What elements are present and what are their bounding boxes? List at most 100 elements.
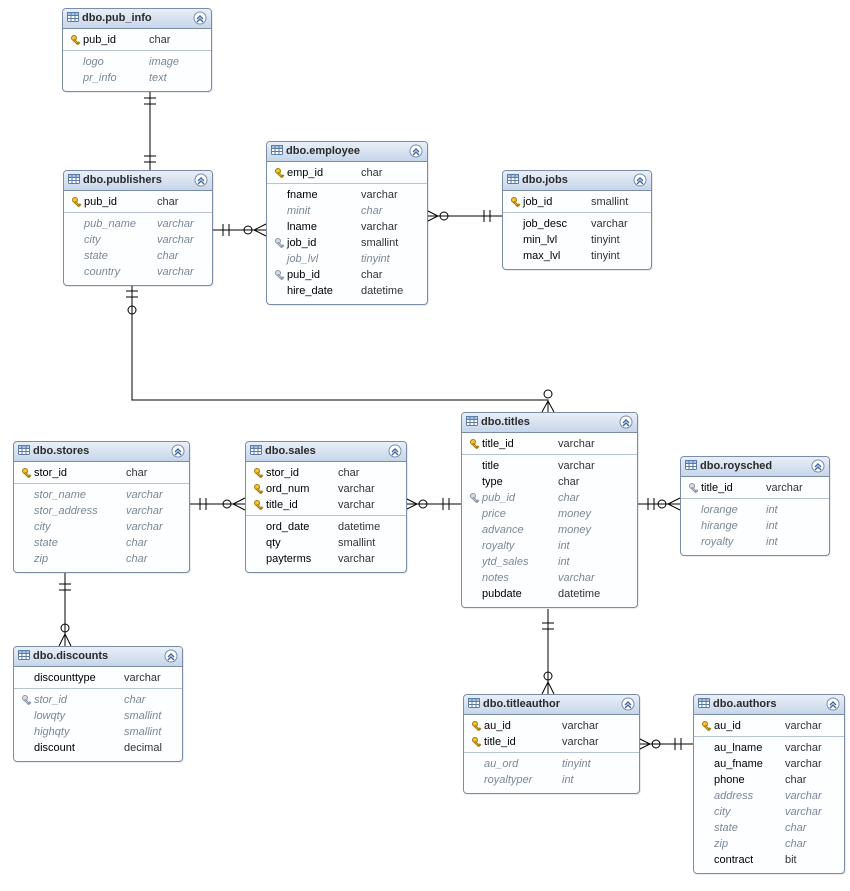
table-header[interactable]: dbo.authors <box>694 695 844 715</box>
column-row[interactable]: zipchar <box>20 551 183 567</box>
collapse-icon[interactable] <box>621 697 635 711</box>
column-row[interactable]: discounttypevarchar <box>20 670 176 686</box>
column-row[interactable]: job_idsmallint <box>509 194 645 210</box>
table-header[interactable]: dbo.employee <box>267 142 427 162</box>
column-row[interactable]: minitchar <box>273 203 421 219</box>
column-row[interactable]: royaltyint <box>468 538 631 554</box>
collapse-icon[interactable] <box>194 173 208 187</box>
column-type: varchar <box>157 264 206 280</box>
column-row[interactable]: min_lvltinyint <box>509 232 645 248</box>
column-row[interactable]: cityvarchar <box>70 232 206 248</box>
column-row[interactable]: pricemoney <box>468 506 631 522</box>
column-row[interactable]: hirangeint <box>687 518 823 534</box>
table-sales[interactable]: dbo.sales stor_idcharord_numvarchartitle_… <box>245 441 407 573</box>
column-row[interactable]: hire_datedatetime <box>273 283 421 299</box>
table-jobs[interactable]: dbo.jobs job_idsmallint job_descvarcharmin… <box>502 170 652 270</box>
table-header[interactable]: dbo.titles <box>462 413 637 433</box>
table-roysched[interactable]: dbo.roysched title_idvarchar lorangeinthir… <box>680 456 830 556</box>
table-stores[interactable]: dbo.stores stor_idchar stor_namevarcharsto… <box>13 441 190 573</box>
column-row[interactable]: title_idvarchar <box>468 436 631 452</box>
column-row[interactable]: job_descvarchar <box>509 216 645 232</box>
table-discounts[interactable]: dbo.discounts discounttypevarchar stor_idc… <box>13 646 183 762</box>
column-row[interactable]: royaltyperint <box>470 772 633 788</box>
column-row[interactable]: pubdatedatetime <box>468 586 631 602</box>
collapse-icon[interactable] <box>388 444 402 458</box>
column-row[interactable]: pub_idchar <box>273 267 421 283</box>
column-row[interactable]: advancemoney <box>468 522 631 538</box>
column-row[interactable]: max_lvltinyint <box>509 248 645 264</box>
column-row[interactable]: title_idvarchar <box>687 480 823 496</box>
column-row[interactable]: fnamevarchar <box>273 187 421 203</box>
column-row[interactable]: pub_idchar <box>70 194 206 210</box>
column-row[interactable]: cityvarchar <box>700 804 838 820</box>
column-row[interactable]: ord_datedatetime <box>252 519 400 535</box>
column-row[interactable]: lorangeint <box>687 502 823 518</box>
collapse-icon[interactable] <box>619 415 633 429</box>
table-header[interactable]: dbo.discounts <box>14 647 182 667</box>
column-row[interactable]: stor_namevarchar <box>20 487 183 503</box>
table-header[interactable]: dbo.sales <box>246 442 406 462</box>
column-row[interactable]: au_ordtinyint <box>470 756 633 772</box>
column-row[interactable]: countryvarchar <box>70 264 206 280</box>
table-authors[interactable]: dbo.authors au_idvarchar au_lnamevarcharau… <box>693 694 845 874</box>
column-row[interactable]: job_idsmallint <box>273 235 421 251</box>
column-row[interactable]: ytd_salesint <box>468 554 631 570</box>
collapse-icon[interactable] <box>409 144 423 158</box>
table-titles[interactable]: dbo.titles title_idvarchar titlevarchartyp… <box>461 412 638 608</box>
column-row[interactable]: contractbit <box>700 852 838 868</box>
column-row[interactable]: au_idvarchar <box>470 718 633 734</box>
collapse-icon[interactable] <box>193 11 207 25</box>
column-row[interactable]: au_idvarchar <box>700 718 838 734</box>
column-row[interactable]: phonechar <box>700 772 838 788</box>
column-row[interactable]: stor_addressvarchar <box>20 503 183 519</box>
column-row[interactable]: stor_idchar <box>20 692 176 708</box>
column-row[interactable]: ord_numvarchar <box>252 481 400 497</box>
column-row[interactable]: pub_idchar <box>69 32 205 48</box>
column-row[interactable]: typechar <box>468 474 631 490</box>
table-header[interactable]: dbo.stores <box>14 442 189 462</box>
table-header[interactable]: dbo.roysched <box>681 457 829 477</box>
column-type: varchar <box>558 436 631 452</box>
column-row[interactable]: au_fnamevarchar <box>700 756 838 772</box>
column-row[interactable]: pr_infotext <box>69 70 205 86</box>
column-row[interactable]: royaltyint <box>687 534 823 550</box>
table-header[interactable]: dbo.titleauthor <box>464 695 639 715</box>
column-row[interactable]: addressvarchar <box>700 788 838 804</box>
table-header[interactable]: dbo.pub_info <box>63 9 211 29</box>
column-row[interactable]: au_lnamevarchar <box>700 740 838 756</box>
column-row[interactable]: job_lvltinyint <box>273 251 421 267</box>
column-row[interactable]: stor_idchar <box>20 465 183 481</box>
column-row[interactable]: lowqtysmallint <box>20 708 176 724</box>
column-row[interactable]: zipchar <box>700 836 838 852</box>
column-row[interactable]: emp_idchar <box>273 165 421 181</box>
column-row[interactable]: titlevarchar <box>468 458 631 474</box>
table-titleauthor[interactable]: dbo.titleauthor au_idvarchartitle_idvarch… <box>463 694 640 794</box>
column-row[interactable]: cityvarchar <box>20 519 183 535</box>
collapse-icon[interactable] <box>164 649 178 663</box>
primary-key-icon <box>470 718 484 734</box>
column-row[interactable]: statechar <box>700 820 838 836</box>
column-row[interactable]: highqtysmallint <box>20 724 176 740</box>
collapse-icon[interactable] <box>633 173 647 187</box>
collapse-icon[interactable] <box>171 444 185 458</box>
column-row[interactable]: pub_idchar <box>468 490 631 506</box>
column-row[interactable]: pub_namevarchar <box>70 216 206 232</box>
table-header[interactable]: dbo.jobs <box>503 171 651 191</box>
table-pub_info[interactable]: dbo.pub_info pub_idchar logoimagepr_infote… <box>62 8 212 92</box>
column-row[interactable]: statechar <box>20 535 183 551</box>
column-row[interactable]: statechar <box>70 248 206 264</box>
column-row[interactable]: paytermsvarchar <box>252 551 400 567</box>
column-row[interactable]: qtysmallint <box>252 535 400 551</box>
column-row[interactable]: notesvarchar <box>468 570 631 586</box>
table-employee[interactable]: dbo.employee emp_idchar fnamevarcharminitc… <box>266 141 428 305</box>
column-row[interactable]: title_idvarchar <box>252 497 400 513</box>
column-row[interactable]: logoimage <box>69 54 205 70</box>
column-row[interactable]: lnamevarchar <box>273 219 421 235</box>
column-row[interactable]: title_idvarchar <box>470 734 633 750</box>
collapse-icon[interactable] <box>811 459 825 473</box>
table-header[interactable]: dbo.publishers <box>64 171 212 191</box>
table-publishers[interactable]: dbo.publisherspub_idcharpub_namevarcharc… <box>63 170 213 286</box>
column-row[interactable]: discountdecimal <box>20 740 176 756</box>
column-row[interactable]: stor_idchar <box>252 465 400 481</box>
collapse-icon[interactable] <box>826 697 840 711</box>
